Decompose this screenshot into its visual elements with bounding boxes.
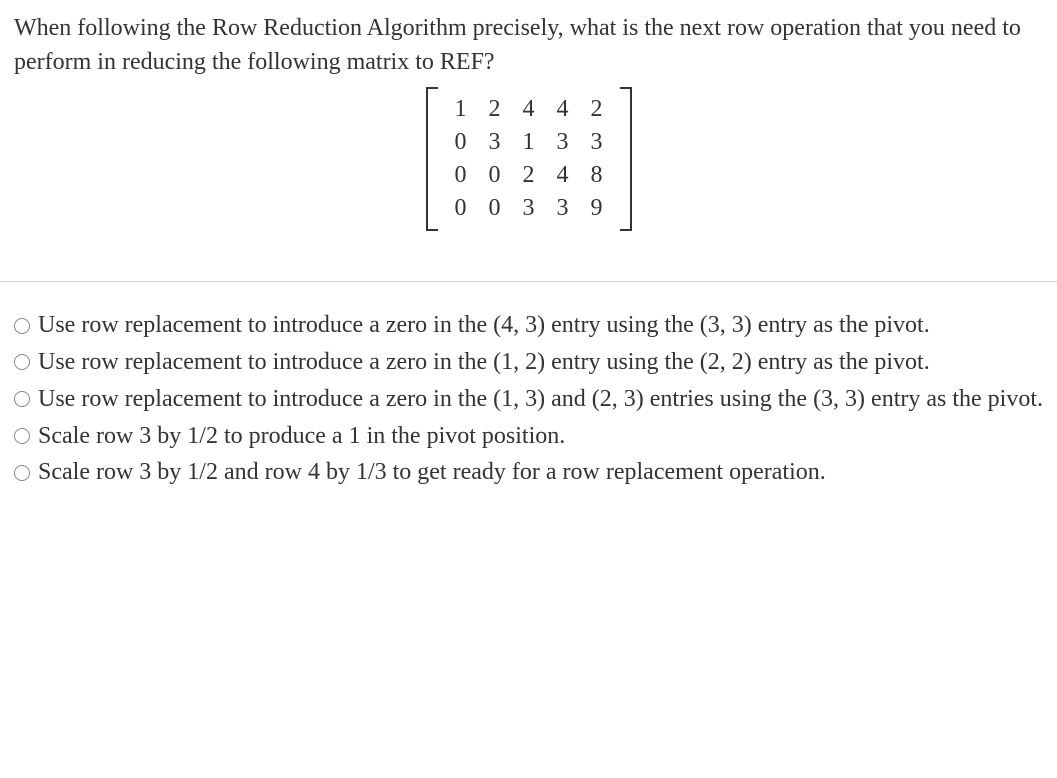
matrix-cell: 4	[546, 93, 580, 126]
answer-text: Use row replacement to introduce a zero …	[38, 308, 1043, 343]
matrix-row: 0 0 3 3 9	[444, 192, 614, 225]
matrix-cell: 3	[478, 126, 512, 159]
matrix-left-bracket	[426, 87, 438, 231]
matrix-cell: 3	[546, 192, 580, 225]
answer-text: Scale row 3 by 1/2 and row 4 by 1/3 to g…	[38, 455, 1043, 490]
matrix-cell: 2	[478, 93, 512, 126]
matrix-cell: 0	[444, 192, 478, 225]
matrix-cell: 1	[512, 126, 546, 159]
answer-option-4[interactable]: Scale row 3 by 1/2 to produce a 1 in the…	[14, 419, 1043, 454]
matrix-cell: 0	[444, 159, 478, 192]
matrix: 1 2 4 4 2 0 3 1 3 3 0 0 2 4	[426, 87, 632, 231]
answer-option-5[interactable]: Scale row 3 by 1/2 and row 4 by 1/3 to g…	[14, 455, 1043, 490]
answer-text: Use row replacement to introduce a zero …	[38, 345, 1043, 380]
matrix-cell: 8	[580, 159, 614, 192]
matrix-row: 0 0 2 4 8	[444, 159, 614, 192]
matrix-cell: 1	[444, 93, 478, 126]
matrix-cell: 2	[580, 93, 614, 126]
radio-icon[interactable]	[14, 318, 30, 334]
answers-section: Use row replacement to introduce a zero …	[14, 308, 1043, 490]
matrix-right-bracket	[620, 87, 632, 231]
matrix-cell: 0	[444, 126, 478, 159]
matrix-cell: 0	[478, 192, 512, 225]
answer-text: Scale row 3 by 1/2 to produce a 1 in the…	[38, 419, 1043, 454]
matrix-cell: 9	[580, 192, 614, 225]
matrix-cell: 3	[512, 192, 546, 225]
matrix-row: 0 3 1 3 3	[444, 126, 614, 159]
matrix-cell: 4	[546, 159, 580, 192]
matrix-cell: 3	[546, 126, 580, 159]
matrix-row: 1 2 4 4 2	[444, 93, 614, 126]
answer-text: Use row replacement to introduce a zero …	[38, 382, 1043, 417]
radio-icon[interactable]	[14, 428, 30, 444]
radio-icon[interactable]	[14, 391, 30, 407]
answer-option-2[interactable]: Use row replacement to introduce a zero …	[14, 345, 1043, 380]
answer-option-3[interactable]: Use row replacement to introduce a zero …	[14, 382, 1043, 417]
radio-icon[interactable]	[14, 354, 30, 370]
matrix-cell: 3	[580, 126, 614, 159]
question-text: When following the Row Reduction Algorit…	[14, 12, 1043, 79]
matrix-cell: 2	[512, 159, 546, 192]
answer-option-1[interactable]: Use row replacement to introduce a zero …	[14, 308, 1043, 343]
question-section: When following the Row Reduction Algorit…	[14, 12, 1043, 251]
section-divider	[0, 281, 1057, 282]
matrix-container: 1 2 4 4 2 0 3 1 3 3 0 0 2 4	[14, 87, 1043, 231]
matrix-cell: 0	[478, 159, 512, 192]
matrix-cell: 4	[512, 93, 546, 126]
radio-icon[interactable]	[14, 465, 30, 481]
matrix-body: 1 2 4 4 2 0 3 1 3 3 0 0 2 4	[438, 87, 620, 231]
